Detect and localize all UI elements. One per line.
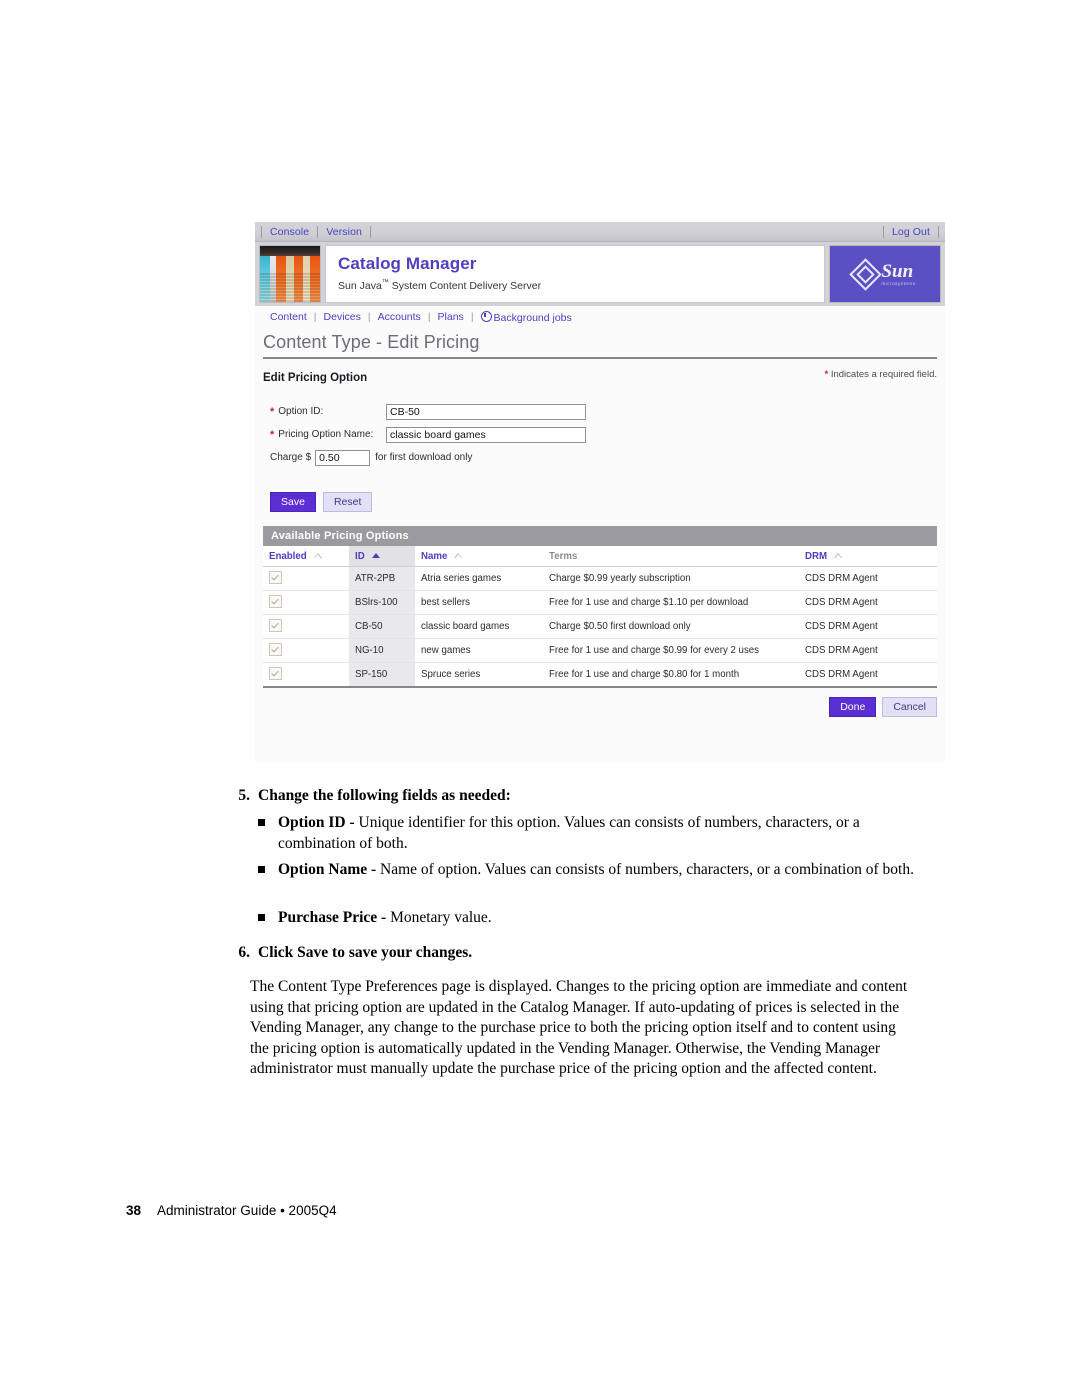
step-6-number: 6. [238,944,250,961]
bullet-option-id-term: Option ID - [278,814,359,831]
bullet-option-name: Option Name - Name of option. Values can… [258,859,918,880]
footer-text: Administrator Guide • 2005Q4 [157,1203,337,1218]
bullet-option-id-text: Unique identifier for this option. Value… [278,814,860,852]
bullet-purchase-price-term: Purchase Price - [278,909,391,926]
bullet-square-icon [258,866,265,873]
bullet-square-icon [258,914,265,921]
page-footer: 38 Administrator Guide • 2005Q4 [126,1203,337,1218]
step-5: 5. Change the following fields as needed… [228,786,908,806]
bullet-option-name-text: Name of option. Values can consists of n… [380,861,914,878]
bullet-purchase-price-text: Monetary value. [390,909,492,926]
step-5-text: Change the following fields as needed: [258,787,511,804]
step-5-number: 5. [238,787,250,804]
body-paragraph: The Content Type Preferences page is dis… [250,978,908,1077]
bullet-square-icon [258,819,265,826]
bullet-option-name-term: Option Name - [278,861,381,878]
document-body: 5. Change the following fields as needed… [0,0,1080,1397]
bullet-option-id: Option ID - Unique identifier for this o… [258,812,918,854]
bullet-purchase-price: Purchase Price - Monetary value. [258,907,918,928]
footer-page-number: 38 [126,1203,142,1218]
step-6: 6. Click Save to save your changes. [228,943,908,963]
step-6-text: Click Save to save your changes. [258,944,473,961]
